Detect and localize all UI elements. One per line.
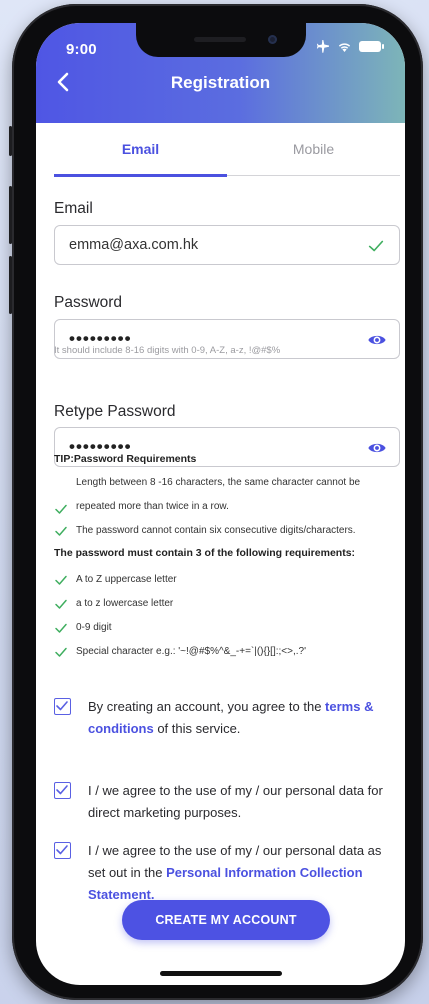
- battery-icon: [359, 41, 384, 52]
- password-label: Password: [54, 294, 123, 311]
- checkmark-icon: [55, 647, 67, 657]
- email-value: emma@axa.com.hk: [69, 237, 199, 253]
- requirements-must-contain: The password must contain 3 of the follo…: [54, 547, 356, 559]
- checkmark-icon: [55, 623, 67, 633]
- password-hint: It should include 8-16 digits with 0-9, …: [54, 345, 281, 356]
- page-title: Registration: [170, 73, 271, 92]
- retype-password-label: Retype Password: [54, 403, 176, 420]
- marketing-agreement-text: I / we agree to the use of my / our pers…: [88, 783, 383, 820]
- front-camera: [268, 35, 277, 44]
- terms-prefix: By creating an account, you agree to the: [88, 699, 326, 714]
- volume-down-button: [9, 256, 12, 314]
- email-label: Email: [54, 200, 93, 217]
- requirement-length-line-1: Length between 8 -16 characters, the sam…: [76, 477, 361, 488]
- checkmark-icon: [55, 599, 67, 609]
- tab-email[interactable]: Email: [54, 123, 227, 175]
- requirement-consecutive: The password cannot contain six consecut…: [76, 525, 356, 536]
- requirement-special-character: Special character e.g.: '~!@#$%^&_-+=`|(…: [76, 646, 306, 657]
- eye-icon[interactable]: [367, 438, 387, 458]
- create-account-button[interactable]: CREATE MY ACCOUNT: [122, 900, 330, 940]
- status-icons: [316, 40, 384, 53]
- airplane-mode-icon: [316, 40, 329, 53]
- notch: [136, 23, 306, 57]
- terms-agreement-text: By creating an account, you agree to the…: [88, 696, 393, 740]
- home-indicator: [160, 971, 282, 976]
- pics-agreement-text: I / we agree to the use of my / our pers…: [88, 840, 393, 906]
- checkmark-icon: [56, 845, 68, 855]
- email-field[interactable]: emma@axa.com.hk: [54, 225, 400, 265]
- marketing-checkbox[interactable]: [54, 782, 71, 799]
- speaker-grille: [194, 37, 246, 42]
- marketing-agreement-row: I / we agree to the use of my / our pers…: [54, 782, 400, 830]
- terms-agreement-row: By creating an account, you agree to the…: [54, 698, 400, 746]
- wifi-icon: [338, 43, 351, 52]
- requirement-length-line-2: repeated more than twice in a row.: [76, 501, 229, 512]
- checkmark-icon: [55, 575, 67, 585]
- checkmark-icon: [55, 526, 67, 536]
- checkmark-icon: [56, 785, 68, 795]
- volume-up-button: [9, 186, 12, 244]
- pics-checkbox[interactable]: [54, 842, 71, 859]
- requirement-digit: 0-9 digit: [76, 622, 112, 633]
- app-header: 9:00 Registration: [36, 23, 405, 123]
- checkmark-icon: [55, 504, 67, 514]
- terms-checkbox[interactable]: [54, 698, 71, 715]
- pics-agreement-row: I / we agree to the use of my / our pers…: [54, 842, 400, 908]
- tab-mobile[interactable]: Mobile: [227, 123, 400, 175]
- active-tab-indicator: [54, 174, 227, 177]
- app-screen: 9:00 Registration Email Mobile Email emm…: [36, 23, 405, 985]
- requirements-title: TIP:Password Requirements: [54, 453, 197, 465]
- status-time: 9:00: [66, 41, 97, 58]
- silent-switch: [9, 126, 12, 156]
- registration-tabs: Email Mobile: [54, 123, 400, 177]
- checkmark-icon: [368, 240, 384, 252]
- eye-icon[interactable]: [367, 330, 387, 350]
- requirement-lowercase: a to z lowercase letter: [76, 598, 174, 609]
- requirement-uppercase: A to Z uppercase letter: [76, 574, 177, 585]
- checkmark-icon: [56, 701, 68, 711]
- terms-suffix: of this service.: [153, 721, 241, 736]
